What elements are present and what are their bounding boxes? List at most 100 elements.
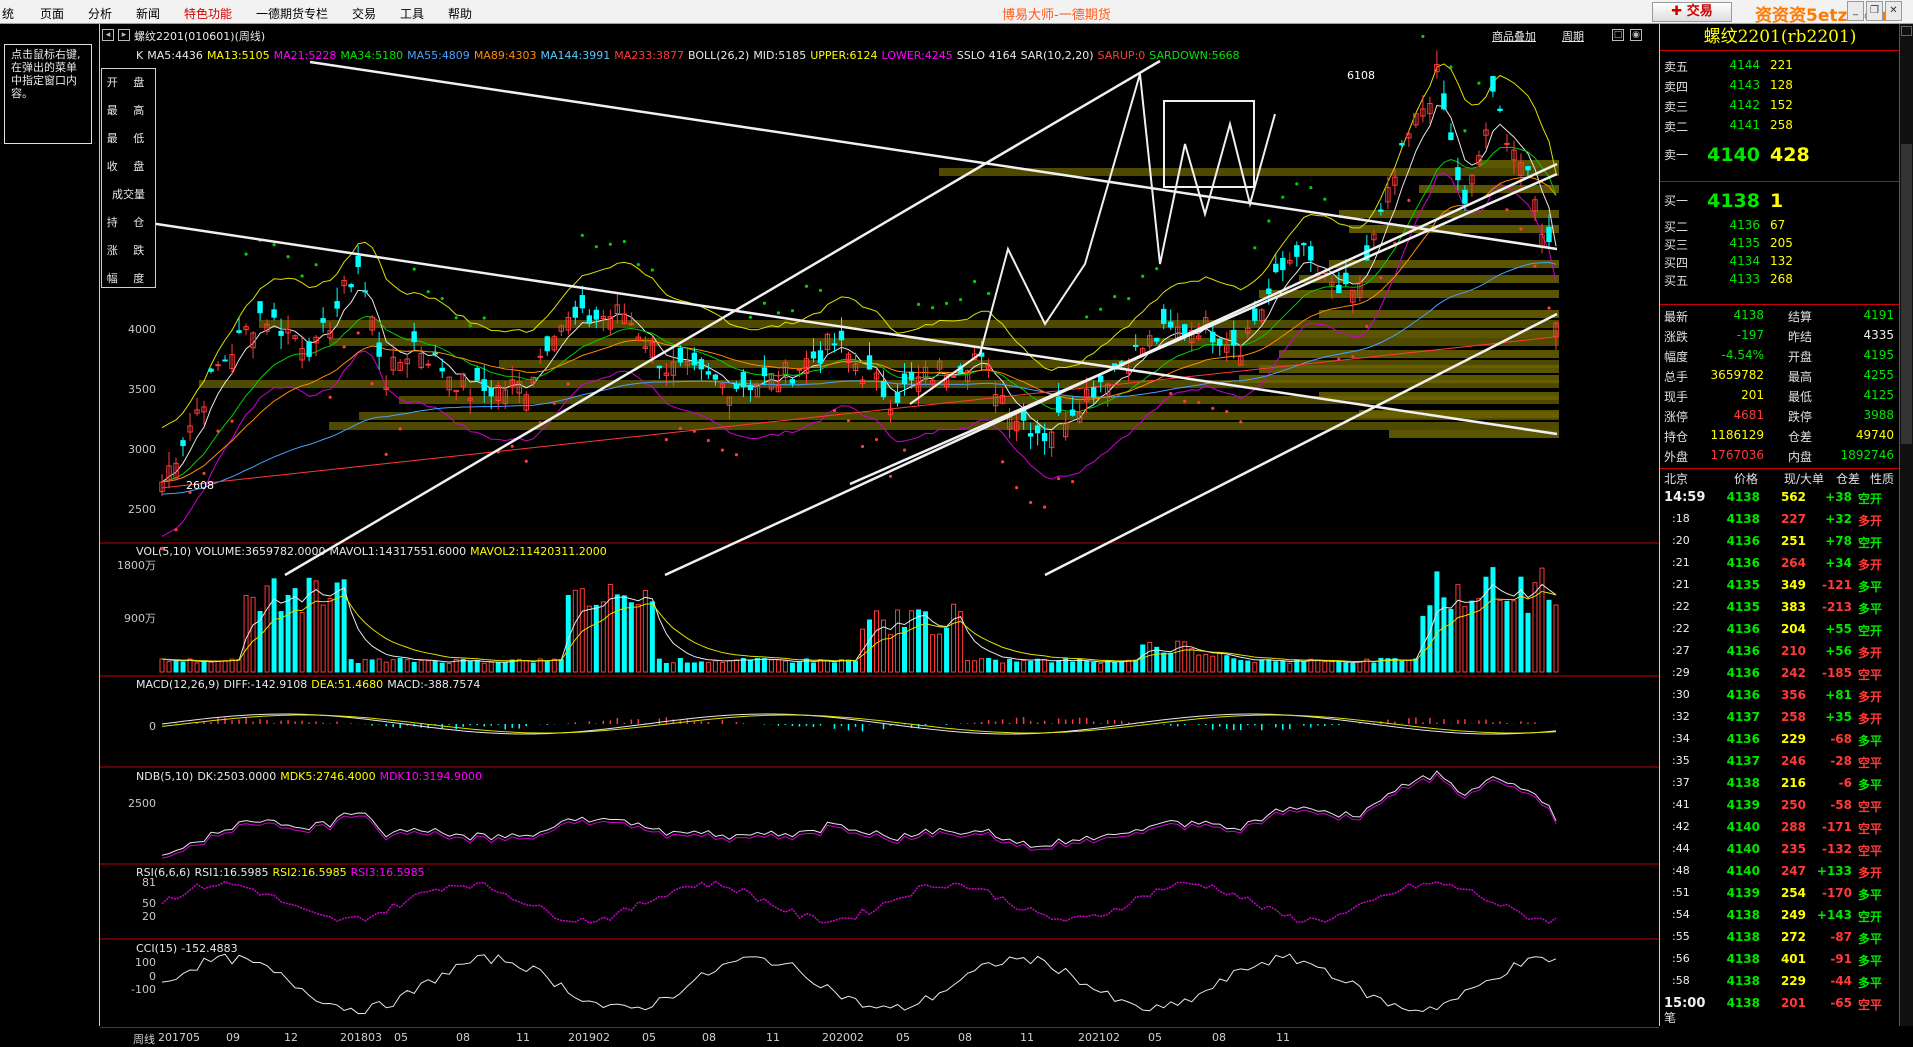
tick-nature: 多平: [1858, 778, 1883, 792]
chart-area[interactable]: ◂ ▸ 螺纹2201(010601)(周线) 商品叠加 周期 □ ◉ K MA5:…: [99, 24, 1659, 1047]
tick-row[interactable]: :30 4136 356 +81 多开: [1660, 688, 1900, 710]
tick-row[interactable]: 15:00 4138 201 -65 空平: [1660, 996, 1900, 1018]
sar-dot: [1029, 500, 1033, 505]
candle-body: [544, 336, 550, 352]
tick-row[interactable]: :55 4138 272 -87 多平: [1660, 930, 1900, 952]
tick-row[interactable]: :51 4139 254 -170 多平: [1660, 886, 1900, 908]
bid-row[interactable]: 买三 4135 205: [1660, 236, 1900, 256]
side-scrollbar[interactable]: [1899, 24, 1913, 1026]
bid-volume: 67: [1770, 218, 1786, 232]
candle-body: [355, 255, 361, 268]
time-tick-label: 201803: [340, 1031, 382, 1044]
ask-row[interactable]: 卖二 4141 258: [1660, 118, 1900, 138]
candle-body: [180, 440, 186, 447]
tick-row[interactable]: :27 4136 210 +56 多开: [1660, 644, 1900, 666]
minimize-icon[interactable]: _: [1847, 1, 1864, 21]
candle-body: [1525, 166, 1531, 171]
menu-trade[interactable]: 交易: [352, 5, 376, 22]
sar-dot: [1463, 129, 1467, 133]
stat-row[interactable]: 外盘 1767036 内盘 1892746: [1660, 448, 1900, 468]
stat-row[interactable]: 涨停 4681 跌停 3988: [1660, 408, 1900, 428]
stat-row[interactable]: 幅度 -4.54% 开盘 4195: [1660, 348, 1900, 368]
restore-icon[interactable]: ❐: [1866, 1, 1883, 21]
volume-bar: [1287, 662, 1293, 673]
tick-row[interactable]: :58 4138 229 -44 多平: [1660, 974, 1900, 996]
time-tick-label: 11: [516, 1031, 530, 1044]
volume-bar: [313, 580, 319, 673]
scroll-up-icon[interactable]: [1901, 26, 1912, 36]
ask-row[interactable]: 卖三 4142 152: [1660, 98, 1900, 118]
candle-body: [1336, 284, 1342, 294]
tick-header[interactable]: 北京 价格 现/大单 仓差 性质: [1660, 470, 1900, 490]
ask-row[interactable]: 卖四 4143 128: [1660, 78, 1900, 98]
stat-row[interactable]: 持仓 1186129 仓差 49740: [1660, 428, 1900, 448]
bid-row[interactable]: 买四 4134 132: [1660, 254, 1900, 274]
mavol2-line: [161, 590, 1557, 662]
stat-row[interactable]: 最新 4138 结算 4191: [1660, 308, 1900, 328]
tick-row[interactable]: :18 4138 227 +32 多开: [1660, 512, 1900, 534]
bid-row[interactable]: 买五 4133 268: [1660, 272, 1900, 292]
tick-row[interactable]: :29 4136 242 -185 空平: [1660, 666, 1900, 688]
tick-row[interactable]: :48 4140 247 +133 多开: [1660, 864, 1900, 886]
tick-row[interactable]: :22 4136 204 +55 空开: [1660, 622, 1900, 644]
tick-row[interactable]: :37 4138 216 -6 多平: [1660, 776, 1900, 798]
tick-time: :42: [1672, 820, 1690, 833]
sar-dot: [356, 331, 360, 335]
tick-row[interactable]: :34 4136 229 -68 多平: [1660, 732, 1900, 754]
candle-body: [334, 301, 340, 309]
candle-body: [1378, 209, 1384, 212]
tick-row[interactable]: 14:59 4138 562 +38 空开: [1660, 490, 1900, 512]
stat-row[interactable]: 涨跌 -197 昨结 4335: [1660, 328, 1900, 348]
sar-dot: [230, 419, 234, 423]
tick-nature: 空开: [1858, 536, 1883, 550]
chart-canvas[interactable]: [100, 24, 1659, 1027]
bid-row[interactable]: 买一 4138 1: [1660, 190, 1900, 212]
sar-dot: [1253, 246, 1257, 250]
tick-row[interactable]: :20 4136 251 +78 空开: [1660, 534, 1900, 556]
tick-volume: 250: [1780, 798, 1806, 812]
tick-row[interactable]: :44 4140 235 -132 空平: [1660, 842, 1900, 864]
menu-help[interactable]: 帮助: [448, 5, 472, 22]
trade-button[interactable]: ✚ 交易: [1652, 2, 1732, 22]
menu-special-features[interactable]: 特色功能: [184, 5, 232, 22]
tick-row[interactable]: :21 4136 264 +34 多开: [1660, 556, 1900, 578]
tick-row[interactable]: :21 4135 349 -121 多平: [1660, 578, 1900, 600]
close-icon[interactable]: ✕: [1885, 1, 1902, 21]
tick-row[interactable]: :56 4138 401 -91 多平: [1660, 952, 1900, 974]
hint-text[interactable]: 点击鼠标右键,在弹出的菜单中指定窗口内容。: [4, 44, 92, 144]
tick-row[interactable]: :35 4137 246 -28 空平: [1660, 754, 1900, 776]
volume-bar: [558, 659, 564, 673]
volume-bar: [1077, 658, 1083, 673]
menu-page[interactable]: 页面: [40, 5, 64, 22]
menu-analysis[interactable]: 分析: [88, 5, 112, 22]
stat-row[interactable]: 现手 201 最低 4125: [1660, 388, 1900, 408]
ask-row[interactable]: 卖一 4140 428: [1660, 144, 1900, 166]
trade-icon: ✚: [1671, 4, 1687, 19]
ask-row[interactable]: 卖五 4144 221: [1660, 58, 1900, 78]
tick-row[interactable]: :32 4137 258 +35 多开: [1660, 710, 1900, 732]
tick-oi-change: -132: [1821, 842, 1852, 856]
bid-row[interactable]: 买二 4136 67: [1660, 218, 1900, 238]
stat-row[interactable]: 总手 3659782 最高 4255: [1660, 368, 1900, 388]
menu-yide-column[interactable]: 一德期货专栏: [256, 5, 328, 22]
tick-row[interactable]: :42 4140 288 -171 空平: [1660, 820, 1900, 842]
hint-panel: 点击鼠标右键,在弹出的菜单中指定窗口内容。: [0, 24, 97, 1026]
tick-row[interactable]: :22 4135 383 -213 多平: [1660, 600, 1900, 622]
candle-body: [208, 368, 214, 372]
menu-bar: 统 页面 分析 新闻 特色功能 一德期货专栏 交易 工具 帮助 博易大师-一德期…: [0, 0, 1913, 26]
footer-tab[interactable]: 笔: [1664, 1009, 1676, 1026]
volume-bar: [1350, 663, 1356, 673]
tick-nature: 多开: [1858, 514, 1883, 528]
period-label[interactable]: 周线: [133, 1031, 155, 1047]
tick-row[interactable]: :41 4139 250 -58 空平: [1660, 798, 1900, 820]
menu-news[interactable]: 新闻: [136, 5, 160, 22]
menu-tools[interactable]: 工具: [400, 5, 424, 22]
scroll-thumb[interactable]: [1901, 144, 1912, 444]
menu-system[interactable]: 统: [2, 5, 14, 22]
volume-bar: [159, 658, 165, 673]
candle-body: [439, 367, 445, 372]
tick-row[interactable]: :54 4138 249 +143 空开: [1660, 908, 1900, 930]
candle-body: [1441, 93, 1447, 110]
time-tick-label: 08: [456, 1031, 470, 1044]
volume-bar: [1420, 615, 1426, 673]
